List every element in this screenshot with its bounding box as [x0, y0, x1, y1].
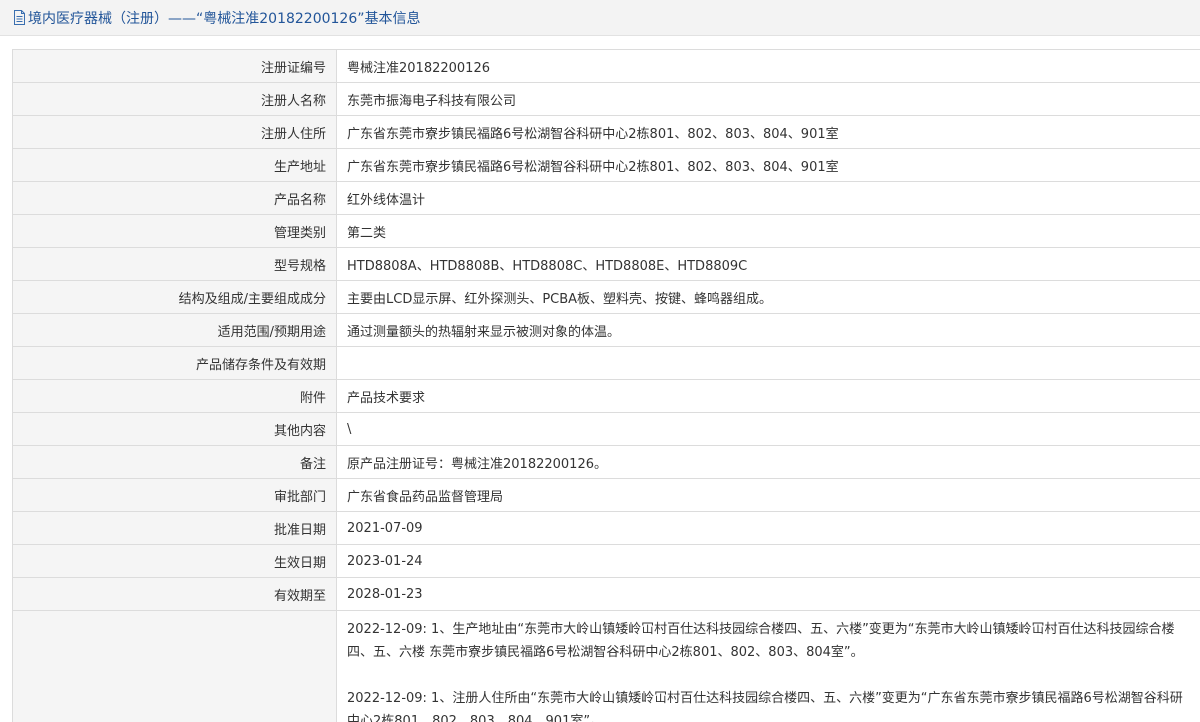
- row-label: 产品名称: [12, 181, 337, 215]
- page-header: 境内医疗器械（注册）——“粤械注准20182200126”基本信息: [0, 0, 1200, 36]
- table-row: 注册人住所 广东省东莞市寮步镇民福路6号松湖智谷科研中心2栋801、802、80…: [12, 115, 1200, 149]
- change-entry: 2022-12-09: 1、生产地址由“东莞市大岭山镇矮岭冚村百仕达科技园综合楼…: [347, 622, 1175, 660]
- row-value: 原产品注册证号：粤械注准20182200126。: [336, 445, 1200, 479]
- row-value: 东莞市振海电子科技有限公司: [336, 82, 1200, 116]
- row-label: 生效日期: [12, 544, 337, 578]
- row-label: 批准日期: [12, 511, 337, 545]
- table-row: 注册人名称 东莞市振海电子科技有限公司: [12, 82, 1200, 116]
- row-value: \: [336, 412, 1200, 446]
- row-label: 注册证编号: [12, 49, 337, 83]
- table-row: 备注 原产品注册证号：粤械注准20182200126。: [12, 445, 1200, 479]
- row-value: HTD8808A、HTD8808B、HTD8808C、HTD8808E、HTD8…: [336, 247, 1200, 281]
- row-label: 适用范围/预期用途: [12, 313, 337, 347]
- row-value: 产品技术要求: [336, 379, 1200, 413]
- change-history-row: 2022-12-09: 1、生产地址由“东莞市大岭山镇矮岭冚村百仕达科技园综合楼…: [12, 610, 1200, 722]
- row-value: 广东省东莞市寮步镇民福路6号松湖智谷科研中心2栋801、802、803、804、…: [336, 148, 1200, 182]
- table-row: 生效日期 2023-01-24: [12, 544, 1200, 578]
- document-icon: [13, 10, 26, 25]
- table-row: 适用范围/预期用途 通过测量额头的热辐射来显示被测对象的体温。: [12, 313, 1200, 347]
- row-value: 2021-07-09: [336, 511, 1200, 545]
- table-row: 产品名称 红外线体温计: [12, 181, 1200, 215]
- change-history-label: [12, 610, 337, 722]
- table-row: 产品储存条件及有效期: [12, 346, 1200, 380]
- row-value: 红外线体温计: [336, 181, 1200, 215]
- row-value: 广东省食品药品监督管理局: [336, 478, 1200, 512]
- row-label: 结构及组成/主要组成成分: [12, 280, 337, 314]
- row-value: 主要由LCD显示屏、红外探测头、PCBA板、塑料壳、按键、蜂鸣器组成。: [336, 280, 1200, 314]
- row-label: 产品储存条件及有效期: [12, 346, 337, 380]
- table-row: 型号规格 HTD8808A、HTD8808B、HTD8808C、HTD8808E…: [12, 247, 1200, 281]
- table-row: 批准日期 2021-07-09: [12, 511, 1200, 545]
- row-label: 型号规格: [12, 247, 337, 281]
- row-value: 第二类: [336, 214, 1200, 248]
- row-label: 附件: [12, 379, 337, 413]
- table-row: 其他内容 \: [12, 412, 1200, 446]
- table-row: 管理类别 第二类: [12, 214, 1200, 248]
- row-label: 有效期至: [12, 577, 337, 611]
- table-row: 注册证编号 粤械注准20182200126: [12, 49, 1200, 83]
- row-value: [336, 346, 1200, 380]
- info-table-body: 注册证编号 粤械注准20182200126 注册人名称 东莞市振海电子科技有限公…: [12, 49, 1200, 722]
- row-label: 管理类别: [12, 214, 337, 248]
- page-title: 境内医疗器械（注册）——“粤械注准20182200126”基本信息: [28, 10, 421, 27]
- row-label: 备注: [12, 445, 337, 479]
- row-label: 审批部门: [12, 478, 337, 512]
- change-entry: 2022-12-09: 1、注册人住所由“东莞市大岭山镇矮岭冚村百仕达科技园综合…: [347, 691, 1183, 722]
- row-value: 通过测量额头的热辐射来显示被测对象的体温。: [336, 313, 1200, 347]
- row-label: 注册人名称: [12, 82, 337, 116]
- row-label: 生产地址: [12, 148, 337, 182]
- table-row: 附件 产品技术要求: [12, 379, 1200, 413]
- info-table-container: 注册证编号 粤械注准20182200126 注册人名称 东莞市振海电子科技有限公…: [12, 49, 1200, 722]
- row-value: 2028-01-23: [336, 577, 1200, 611]
- table-row: 生产地址 广东省东莞市寮步镇民福路6号松湖智谷科研中心2栋801、802、803…: [12, 148, 1200, 182]
- table-row: 审批部门 广东省食品药品监督管理局: [12, 478, 1200, 512]
- change-history-value: 2022-12-09: 1、生产地址由“东莞市大岭山镇矮岭冚村百仕达科技园综合楼…: [336, 610, 1200, 722]
- row-value: 粤械注准20182200126: [336, 49, 1200, 83]
- row-value: 广东省东莞市寮步镇民福路6号松湖智谷科研中心2栋801、802、803、804、…: [336, 115, 1200, 149]
- row-label: 注册人住所: [12, 115, 337, 149]
- page: 境内医疗器械（注册）——“粤械注准20182200126”基本信息 注册证编号 …: [0, 0, 1200, 722]
- table-row: 有效期至 2028-01-23: [12, 577, 1200, 611]
- row-label: 其他内容: [12, 412, 337, 446]
- row-value: 2023-01-24: [336, 544, 1200, 578]
- info-table: 注册证编号 粤械注准20182200126 注册人名称 东莞市振海电子科技有限公…: [12, 49, 1200, 722]
- table-row: 结构及组成/主要组成成分 主要由LCD显示屏、红外探测头、PCBA板、塑料壳、按…: [12, 280, 1200, 314]
